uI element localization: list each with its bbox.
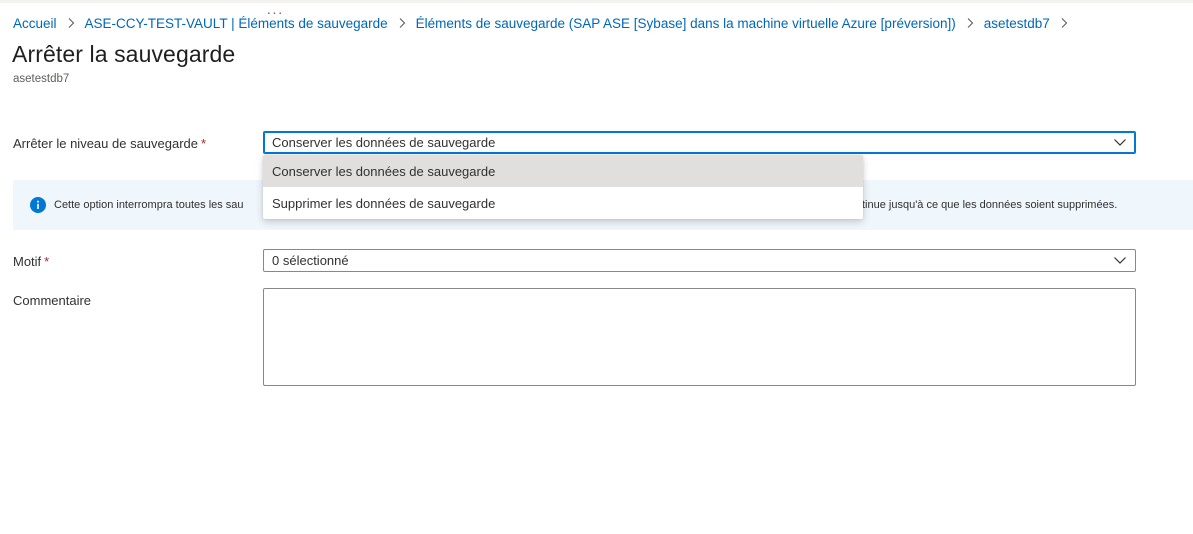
comment-textarea[interactable] <box>263 288 1136 386</box>
info-message-text-start: Cette option interrompra toutes les sau <box>54 199 244 211</box>
required-mark: * <box>44 254 50 269</box>
page-header: Arrêter la sauvegarde <box>12 41 235 68</box>
chevron-right-icon <box>962 15 978 31</box>
breadcrumb: Accueil ASE-CCY-TEST-VAULT | Éléments de… <box>13 14 1078 32</box>
breadcrumb-item-backup-items[interactable]: Éléments de sauvegarde (SAP ASE [Sybase]… <box>416 16 956 31</box>
reason-label-text: Motif <box>13 254 42 269</box>
chevron-right-icon <box>63 15 79 31</box>
info-icon <box>30 197 46 213</box>
option-label: Supprimer les données de sauvegarde <box>272 196 496 211</box>
page-title: Arrêter la sauvegarde <box>12 41 236 67</box>
comment-label: Commentaire <box>13 293 92 308</box>
breadcrumb-item-home[interactable]: Accueil <box>13 16 57 31</box>
top-divider <box>0 0 1193 3</box>
stop-level-label-text: Arrêter le niveau de sauvegarde <box>13 136 199 151</box>
stop-level-label: Arrêter le niveau de sauvegarde * <box>13 136 206 151</box>
chevron-right-icon <box>1056 15 1072 31</box>
info-message-text-end: tinue jusqu'à ce que les données soient … <box>862 199 1118 211</box>
stop-level-value: Conserver les données de sauvegarde <box>272 135 496 150</box>
required-mark: * <box>201 136 207 151</box>
breadcrumb-item-database[interactable]: asetestdb7 <box>984 16 1050 31</box>
reason-dropdown[interactable]: 0 sélectionné <box>263 249 1136 272</box>
chevron-right-icon <box>394 15 410 31</box>
page-subtitle: asetestdb7 <box>13 73 70 85</box>
breadcrumb-item-vault[interactable]: ASE-CCY-TEST-VAULT | Éléments de sauvega… <box>85 16 388 31</box>
option-retain-backup-data[interactable]: Conserver les données de sauvegarde <box>263 155 863 187</box>
chevron-down-icon <box>1113 253 1127 267</box>
option-label: Conserver les données de sauvegarde <box>272 164 496 179</box>
option-delete-backup-data[interactable]: Supprimer les données de sauvegarde <box>263 187 863 219</box>
reason-label: Motif * <box>13 254 49 269</box>
stop-level-dropdown[interactable]: Conserver les données de sauvegarde <box>263 131 1136 154</box>
more-options-button[interactable]: ··· <box>260 4 290 28</box>
reason-value: 0 sélectionné <box>272 253 349 268</box>
chevron-down-icon <box>1113 135 1127 149</box>
stop-level-options-menu: Conserver les données de sauvegarde Supp… <box>263 155 863 219</box>
